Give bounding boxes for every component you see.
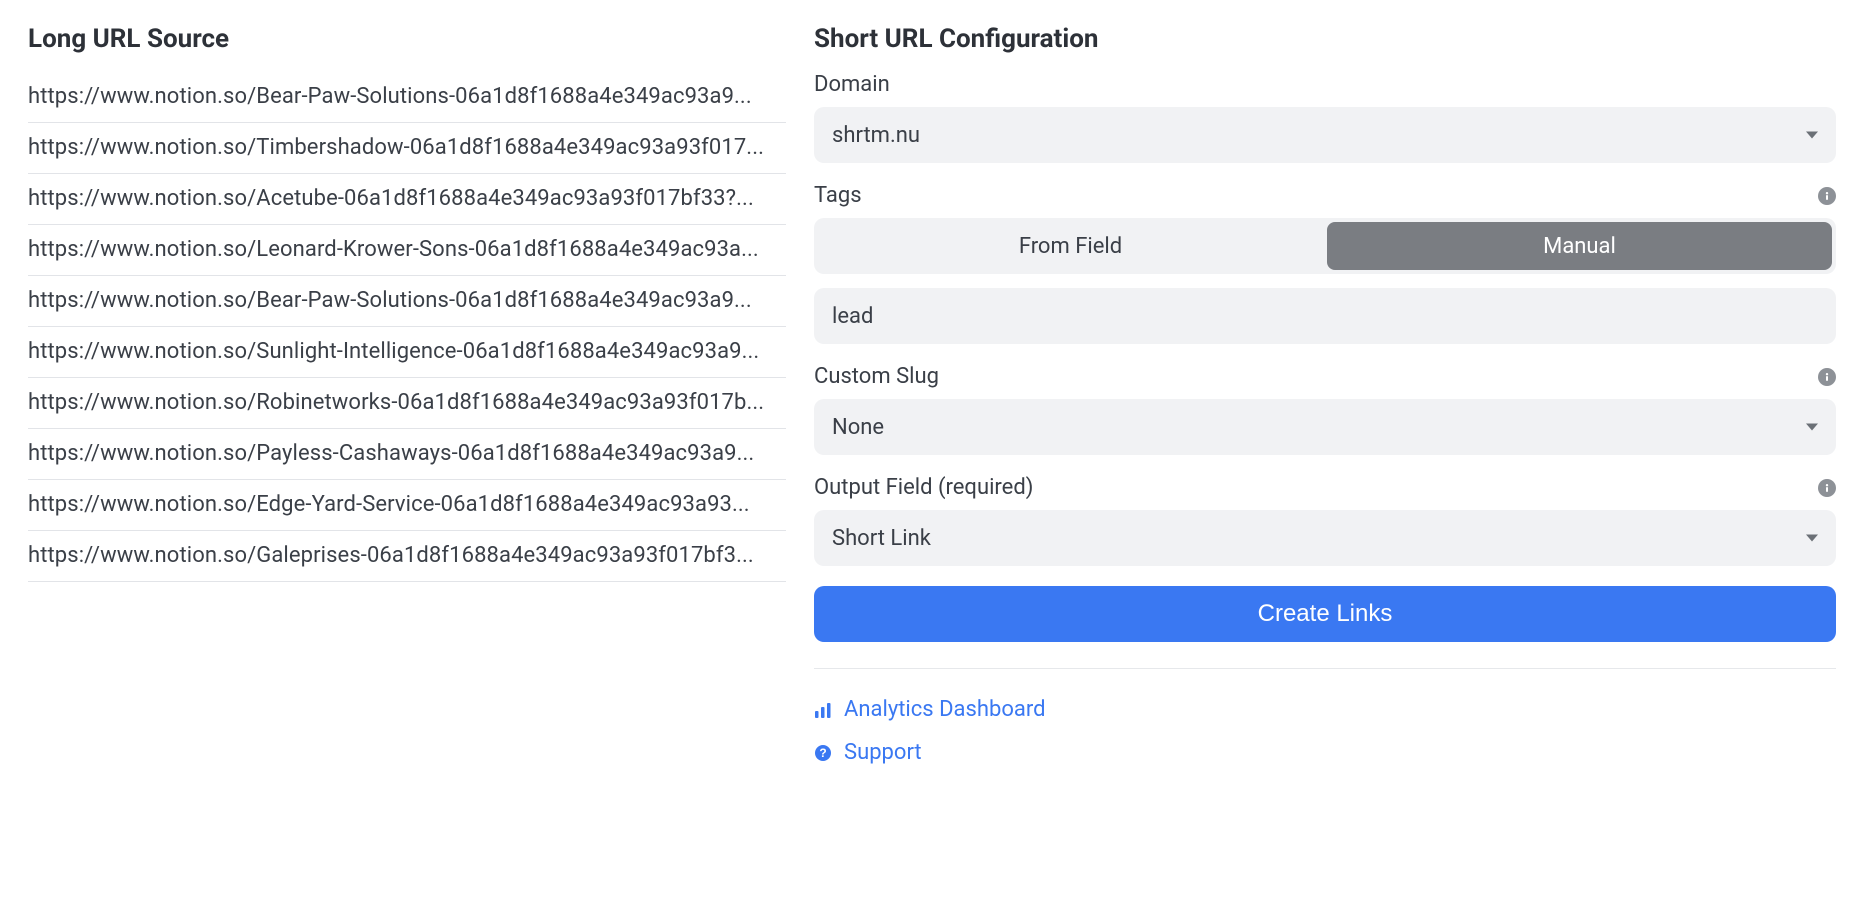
url-item[interactable]: https://www.notion.so/Sunlight-Intellige… — [28, 327, 786, 378]
url-item[interactable]: https://www.notion.so/Payless-Cashaways-… — [28, 429, 786, 480]
tags-segment-from-field[interactable]: From Field — [818, 222, 1323, 270]
divider — [814, 668, 1836, 669]
help-icon: ? — [814, 744, 832, 762]
url-item[interactable]: https://www.notion.so/Timbershadow-06a1d… — [28, 123, 786, 174]
custom-slug-label: Custom Slug — [814, 364, 939, 389]
tags-segment-manual[interactable]: Manual — [1327, 222, 1832, 270]
tags-segmented-control: From Field Manual — [814, 218, 1836, 274]
long-url-source-panel: Long URL Source https://www.notion.so/Be… — [28, 24, 786, 582]
output-field-select[interactable]: Short Link — [814, 510, 1836, 566]
url-item[interactable]: https://www.notion.so/Galeprises-06a1d8f… — [28, 531, 786, 582]
url-list: https://www.notion.so/Bear-Paw-Solutions… — [28, 72, 786, 582]
custom-slug-select[interactable]: None — [814, 399, 1836, 455]
support-link[interactable]: ? Support — [814, 734, 1836, 771]
info-icon[interactable] — [1818, 187, 1836, 205]
chevron-down-icon — [1806, 424, 1818, 431]
main-columns: Long URL Source https://www.notion.so/Be… — [28, 24, 1836, 771]
url-item[interactable]: https://www.notion.so/Bear-Paw-Solutions… — [28, 72, 786, 123]
svg-text:?: ? — [819, 746, 826, 760]
chevron-down-icon — [1806, 535, 1818, 542]
short-url-config-title: Short URL Configuration — [814, 24, 1836, 54]
info-icon[interactable] — [1818, 479, 1836, 497]
output-field-label: Output Field (required) — [814, 475, 1033, 500]
domain-field-group: Domain shrtm.nu — [814, 72, 1836, 163]
url-item[interactable]: https://www.notion.so/Robinetworks-06a1d… — [28, 378, 786, 429]
analytics-dashboard-label: Analytics Dashboard — [844, 697, 1046, 722]
output-field-value: Short Link — [832, 526, 931, 551]
url-item[interactable]: https://www.notion.so/Leonard-Krower-Son… — [28, 225, 786, 276]
info-icon[interactable] — [1818, 368, 1836, 386]
custom-slug-field-group: Custom Slug None — [814, 364, 1836, 455]
tags-label: Tags — [814, 183, 862, 208]
tags-input[interactable] — [814, 288, 1836, 344]
support-label: Support — [844, 740, 922, 765]
long-url-source-title: Long URL Source — [28, 24, 786, 54]
bar-chart-icon — [814, 701, 832, 719]
short-url-config-panel: Short URL Configuration Domain shrtm.nu … — [814, 24, 1836, 771]
create-links-label: Create Links — [1258, 600, 1393, 628]
tags-field-group: Tags From Field Manual — [814, 183, 1836, 344]
domain-select[interactable]: shrtm.nu — [814, 107, 1836, 163]
chevron-down-icon — [1806, 132, 1818, 139]
analytics-dashboard-link[interactable]: Analytics Dashboard — [814, 691, 1836, 728]
output-field-group: Output Field (required) Short Link — [814, 475, 1836, 566]
custom-slug-value: None — [832, 415, 884, 440]
url-item[interactable]: https://www.notion.so/Edge-Yard-Service-… — [28, 480, 786, 531]
domain-value: shrtm.nu — [832, 123, 920, 148]
create-links-button[interactable]: Create Links — [814, 586, 1836, 642]
domain-label: Domain — [814, 72, 890, 97]
url-item[interactable]: https://www.notion.so/Bear-Paw-Solutions… — [28, 276, 786, 327]
url-item[interactable]: https://www.notion.so/Acetube-06a1d8f168… — [28, 174, 786, 225]
